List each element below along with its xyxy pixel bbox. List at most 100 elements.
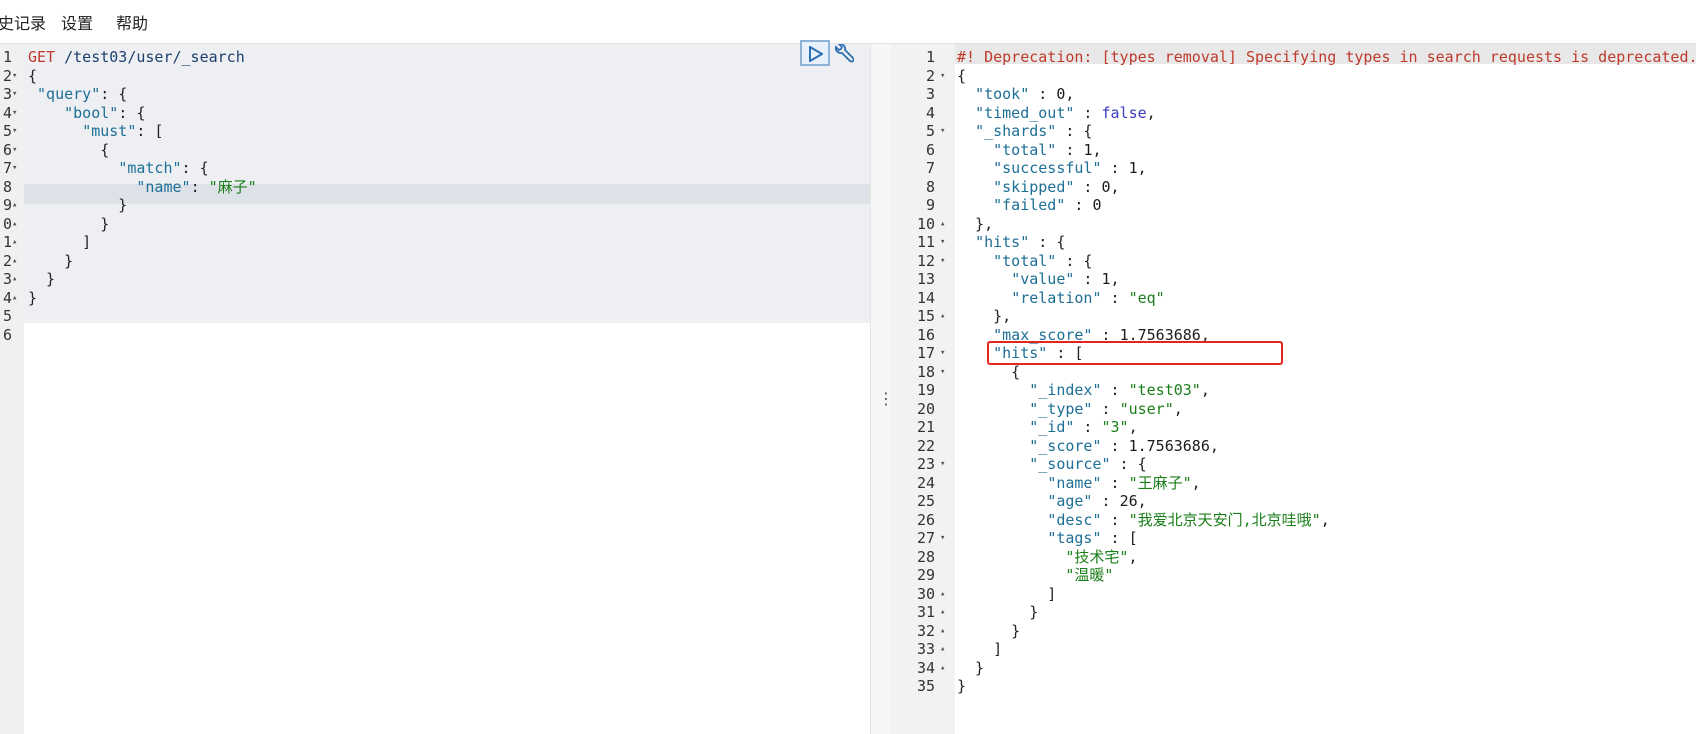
- fold-expand-icon[interactable]: ▴: [12, 195, 17, 215]
- fold-expand-icon[interactable]: ▴: [940, 639, 945, 659]
- request-line: 4 ▴}: [0, 288, 870, 308]
- code-text: "successful" : 1,: [993, 159, 1147, 177]
- code-text: }: [28, 214, 110, 233]
- fold-expand-icon[interactable]: ▴: [940, 658, 945, 678]
- line-number: 12: [916, 251, 935, 270]
- fold-expand-icon[interactable]: ▴: [12, 232, 17, 252]
- fold-collapse-icon[interactable]: ▾: [12, 158, 17, 178]
- fold-expand-icon[interactable]: ▴: [12, 269, 17, 289]
- response-line: 32 ▴ }: [891, 621, 1696, 641]
- response-line: 5 ▾ "_shards" : {: [891, 121, 1696, 141]
- fold-expand-icon[interactable]: ▴: [12, 288, 17, 308]
- response-line: 10 ▴ },: [891, 214, 1696, 234]
- response-line: 15 ▴ },: [891, 306, 1696, 326]
- code-text: "name" : "王麻子",: [1047, 473, 1201, 492]
- request-line: 3 ▾ "query": {: [0, 84, 870, 104]
- line-number: 27: [916, 529, 935, 547]
- send-request-button[interactable]: [800, 40, 830, 66]
- response-line: 34 ▴ }: [891, 658, 1696, 678]
- code-text: "hits" : {: [975, 233, 1066, 251]
- pane-splitter[interactable]: ⋮: [870, 44, 894, 734]
- menu-bar: 史记录 设置 帮助: [0, 0, 1696, 44]
- code-text: "_id" : "3",: [1029, 418, 1138, 436]
- code-text: "total" : {: [993, 251, 1093, 270]
- fold-collapse-icon[interactable]: ▾: [940, 343, 945, 363]
- fold-collapse-icon[interactable]: ▾: [12, 121, 17, 141]
- request-line: 5: [0, 306, 870, 326]
- line-number: 20: [916, 399, 935, 418]
- fold-collapse-icon[interactable]: ▾: [940, 121, 945, 141]
- code-text: "query": {: [37, 85, 128, 103]
- code-text: ]: [957, 584, 1057, 603]
- code-text: "value" : 1,: [1011, 270, 1120, 288]
- fold-collapse-icon[interactable]: ▾: [12, 66, 17, 86]
- code-text: }: [957, 603, 1039, 621]
- code-text: ]: [28, 233, 92, 251]
- code-text: "relation" : "eq": [1011, 288, 1165, 307]
- code-text: "timed_out" : false,: [975, 103, 1156, 122]
- fold-expand-icon[interactable]: ▴: [12, 214, 17, 234]
- code-text: "skipped" : 0,: [993, 177, 1120, 196]
- response-viewer: 1 #! Deprecation: [types removal] Specify…: [891, 44, 1696, 734]
- request-line: 0 ▴ }: [0, 214, 870, 234]
- line-number: 11: [916, 233, 935, 251]
- fold-collapse-icon[interactable]: ▾: [940, 362, 945, 382]
- fold-expand-icon[interactable]: ▴: [12, 251, 17, 271]
- request-editor[interactable]: 1 GET /test03/user/_search 2 ▾{3 ▾ "query": …: [0, 44, 870, 734]
- request-line: 7 ▾ "match": {: [0, 158, 870, 178]
- code-text: {: [28, 66, 38, 85]
- fold-collapse-icon[interactable]: ▾: [940, 454, 945, 474]
- response-line: 31 ▴ }: [891, 602, 1696, 622]
- wrench-icon[interactable]: [832, 43, 855, 66]
- fold-expand-icon[interactable]: ▴: [940, 602, 945, 622]
- line-number: 5: [2, 307, 12, 325]
- code-text: #! Deprecation: [types removal] Specifyi…: [957, 48, 1696, 66]
- line-number: 33: [916, 640, 935, 658]
- response-line: 20 "_type" : "user",: [891, 399, 1696, 419]
- line-number: 8: [2, 177, 12, 196]
- line-number: 3: [2, 85, 12, 103]
- code-text: {: [28, 140, 110, 159]
- code-text: }: [28, 288, 38, 307]
- response-line: 22 "_score" : 1.7563686,: [891, 436, 1696, 456]
- play-icon: [809, 46, 823, 62]
- response-line: 35}: [891, 676, 1696, 696]
- line-number: 2: [925, 66, 935, 85]
- line-number: 8: [925, 177, 935, 196]
- menu-settings[interactable]: 设置: [61, 10, 93, 34]
- line-number: 1: [2, 48, 12, 66]
- response-line: 23 ▾ "_source" : {: [891, 454, 1696, 474]
- menu-help[interactable]: 帮助: [116, 10, 148, 34]
- response-line: 26 "desc" : "我爱北京天安门,北京哇哦",: [891, 510, 1696, 530]
- fold-expand-icon[interactable]: ▴: [940, 214, 945, 234]
- line-number: 25: [916, 492, 935, 510]
- fold-expand-icon[interactable]: ▴: [940, 306, 945, 326]
- line-number: 16: [916, 325, 935, 344]
- response-line: 7 "successful" : 1,: [891, 158, 1696, 178]
- response-line: 1 #! Deprecation: [types removal] Specify…: [891, 47, 1696, 67]
- response-line: 14 "relation" : "eq": [891, 288, 1696, 308]
- fold-collapse-icon[interactable]: ▾: [940, 232, 945, 252]
- line-number: 23: [916, 455, 935, 473]
- fold-collapse-icon[interactable]: ▾: [12, 84, 17, 104]
- fold-collapse-icon[interactable]: ▾: [12, 103, 17, 123]
- line-number: 22: [916, 436, 935, 455]
- line-number: 30: [916, 584, 935, 603]
- fold-collapse-icon[interactable]: ▾: [940, 66, 945, 86]
- request-line: 5 ▾ "must": [: [0, 121, 870, 141]
- menu-history[interactable]: 史记录: [0, 10, 46, 34]
- fold-collapse-icon[interactable]: ▾: [940, 251, 945, 271]
- line-number: 28: [916, 547, 935, 566]
- request-line: 2 ▾ {: [0, 66, 870, 86]
- code-text: "must": [: [82, 122, 164, 140]
- fold-collapse-icon[interactable]: ▾: [12, 140, 17, 160]
- response-line: 4 "timed_out" : false,: [891, 103, 1696, 123]
- fold-expand-icon[interactable]: ▴: [940, 584, 945, 604]
- line-number: 5: [2, 122, 12, 140]
- code-text: "tags" : [: [1047, 529, 1138, 547]
- line-number: 19: [916, 381, 935, 399]
- fold-expand-icon[interactable]: ▴: [940, 621, 945, 641]
- fold-collapse-icon[interactable]: ▾: [940, 528, 945, 548]
- code-text: "age" : 26,: [1047, 492, 1147, 510]
- code-text: "failed" : 0: [993, 196, 1102, 214]
